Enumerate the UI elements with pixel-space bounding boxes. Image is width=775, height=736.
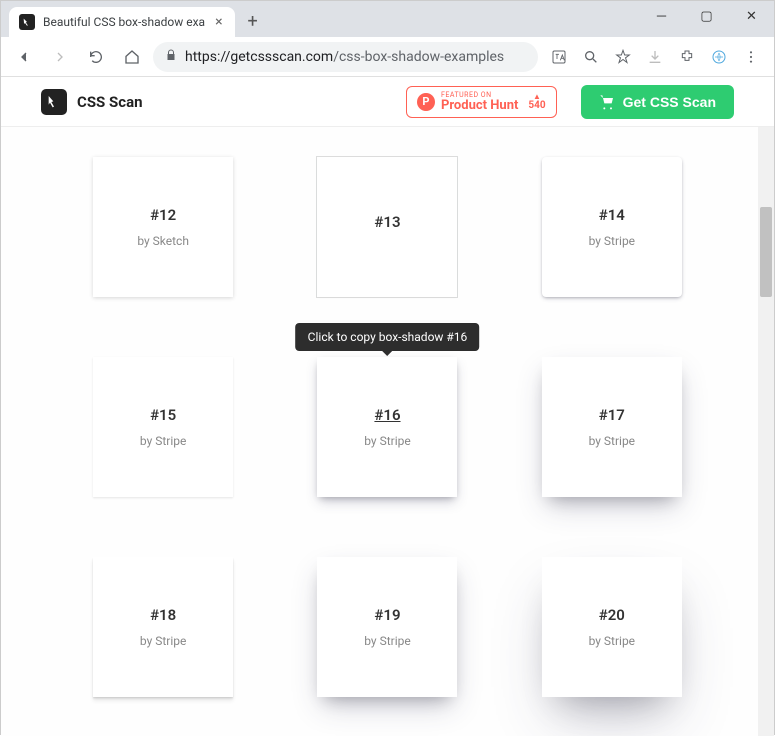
brand-name: CSS Scan <box>77 93 143 111</box>
shadow-card-17[interactable]: #17 by Stripe <box>542 357 682 497</box>
star-icon[interactable] <box>608 42 638 72</box>
browser-titlebar: Beautiful CSS box-shadow exa × + ─ ▢ ✕ <box>1 1 774 37</box>
menu-icon[interactable] <box>736 42 766 72</box>
url-text: https://getcssscan.com/css-box-shadow-ex… <box>185 49 504 65</box>
shadow-card-16[interactable]: Click to copy box-shadow #16 #16 by Stri… <box>317 357 457 497</box>
card-number: #20 <box>599 606 625 624</box>
cart-icon <box>599 94 615 110</box>
extensions-icon[interactable] <box>672 42 702 72</box>
shadow-card-20[interactable]: #20 by Stripe <box>542 557 682 697</box>
home-button[interactable] <box>117 42 147 72</box>
shadow-card-13[interactable]: #13 <box>317 157 457 297</box>
product-hunt-badge[interactable]: P FEATURED ON Product Hunt ▲ 540 <box>406 86 557 118</box>
tab-close-icon[interactable]: × <box>213 14 224 30</box>
browser-tab[interactable]: Beautiful CSS box-shadow exa × <box>9 7 235 37</box>
content-viewport: #12 by Sketch #13 #14 by Stripe #15 by S… <box>1 127 774 736</box>
ph-name: Product Hunt <box>441 99 518 112</box>
card-author: by Stripe <box>589 234 635 248</box>
examples-grid: #12 by Sketch #13 #14 by Stripe #15 by S… <box>1 127 774 727</box>
scrollbar-thumb[interactable] <box>760 207 772 297</box>
shadow-card-12[interactable]: #12 by Sketch <box>93 157 233 297</box>
card-author: by Stripe <box>364 634 410 648</box>
card-number: #17 <box>599 406 625 424</box>
shadow-card-15[interactable]: #15 by Stripe <box>93 357 233 497</box>
ph-count: 540 <box>528 101 545 111</box>
site-logo[interactable] <box>41 89 67 115</box>
back-button[interactable] <box>9 42 39 72</box>
forward-button[interactable] <box>45 42 75 72</box>
card-author: by Sketch <box>137 234 189 248</box>
favicon <box>19 14 35 30</box>
card-author: by Stripe <box>589 634 635 648</box>
get-css-scan-button[interactable]: Get CSS Scan <box>581 85 734 119</box>
card-number: #12 <box>150 206 176 224</box>
new-tab-button[interactable]: + <box>239 7 267 35</box>
card-number: #15 <box>150 406 176 424</box>
card-number: #19 <box>374 606 400 624</box>
card-number: #18 <box>150 606 176 624</box>
card-number: #13 <box>374 213 400 231</box>
card-author: by Stripe <box>140 634 186 648</box>
browser-toolbar: https://getcssscan.com/css-box-shadow-ex… <box>1 37 774 77</box>
scrollbar[interactable] <box>758 127 774 736</box>
window-controls: ─ ▢ ✕ <box>639 1 774 31</box>
translate-icon[interactable] <box>544 42 574 72</box>
card-number: #14 <box>599 206 625 224</box>
card-author: by Stripe <box>589 434 635 448</box>
cta-label: Get CSS Scan <box>623 94 716 110</box>
shadow-card-18[interactable]: #18 by Stripe <box>93 557 233 697</box>
site-header: CSS Scan P FEATURED ON Product Hunt ▲ 54… <box>1 77 774 127</box>
maximize-icon[interactable]: ▢ <box>684 1 729 31</box>
download-icon[interactable] <box>640 42 670 72</box>
profile-icon[interactable] <box>704 42 734 72</box>
copy-tooltip: Click to copy box-shadow #16 <box>296 323 480 351</box>
card-author: by Stripe <box>140 434 186 448</box>
lock-icon <box>165 49 177 65</box>
zoom-icon[interactable] <box>576 42 606 72</box>
product-hunt-icon: P <box>417 93 435 111</box>
reload-button[interactable] <box>81 42 111 72</box>
shadow-card-19[interactable]: #19 by Stripe <box>317 557 457 697</box>
minimize-icon[interactable]: ─ <box>639 1 684 31</box>
tab-title: Beautiful CSS box-shadow exa <box>43 15 205 29</box>
card-number: #16 <box>374 406 400 424</box>
address-bar[interactable]: https://getcssscan.com/css-box-shadow-ex… <box>153 42 538 72</box>
close-icon[interactable]: ✕ <box>729 1 774 31</box>
shadow-card-14[interactable]: #14 by Stripe <box>542 157 682 297</box>
card-author: by Stripe <box>364 434 410 448</box>
